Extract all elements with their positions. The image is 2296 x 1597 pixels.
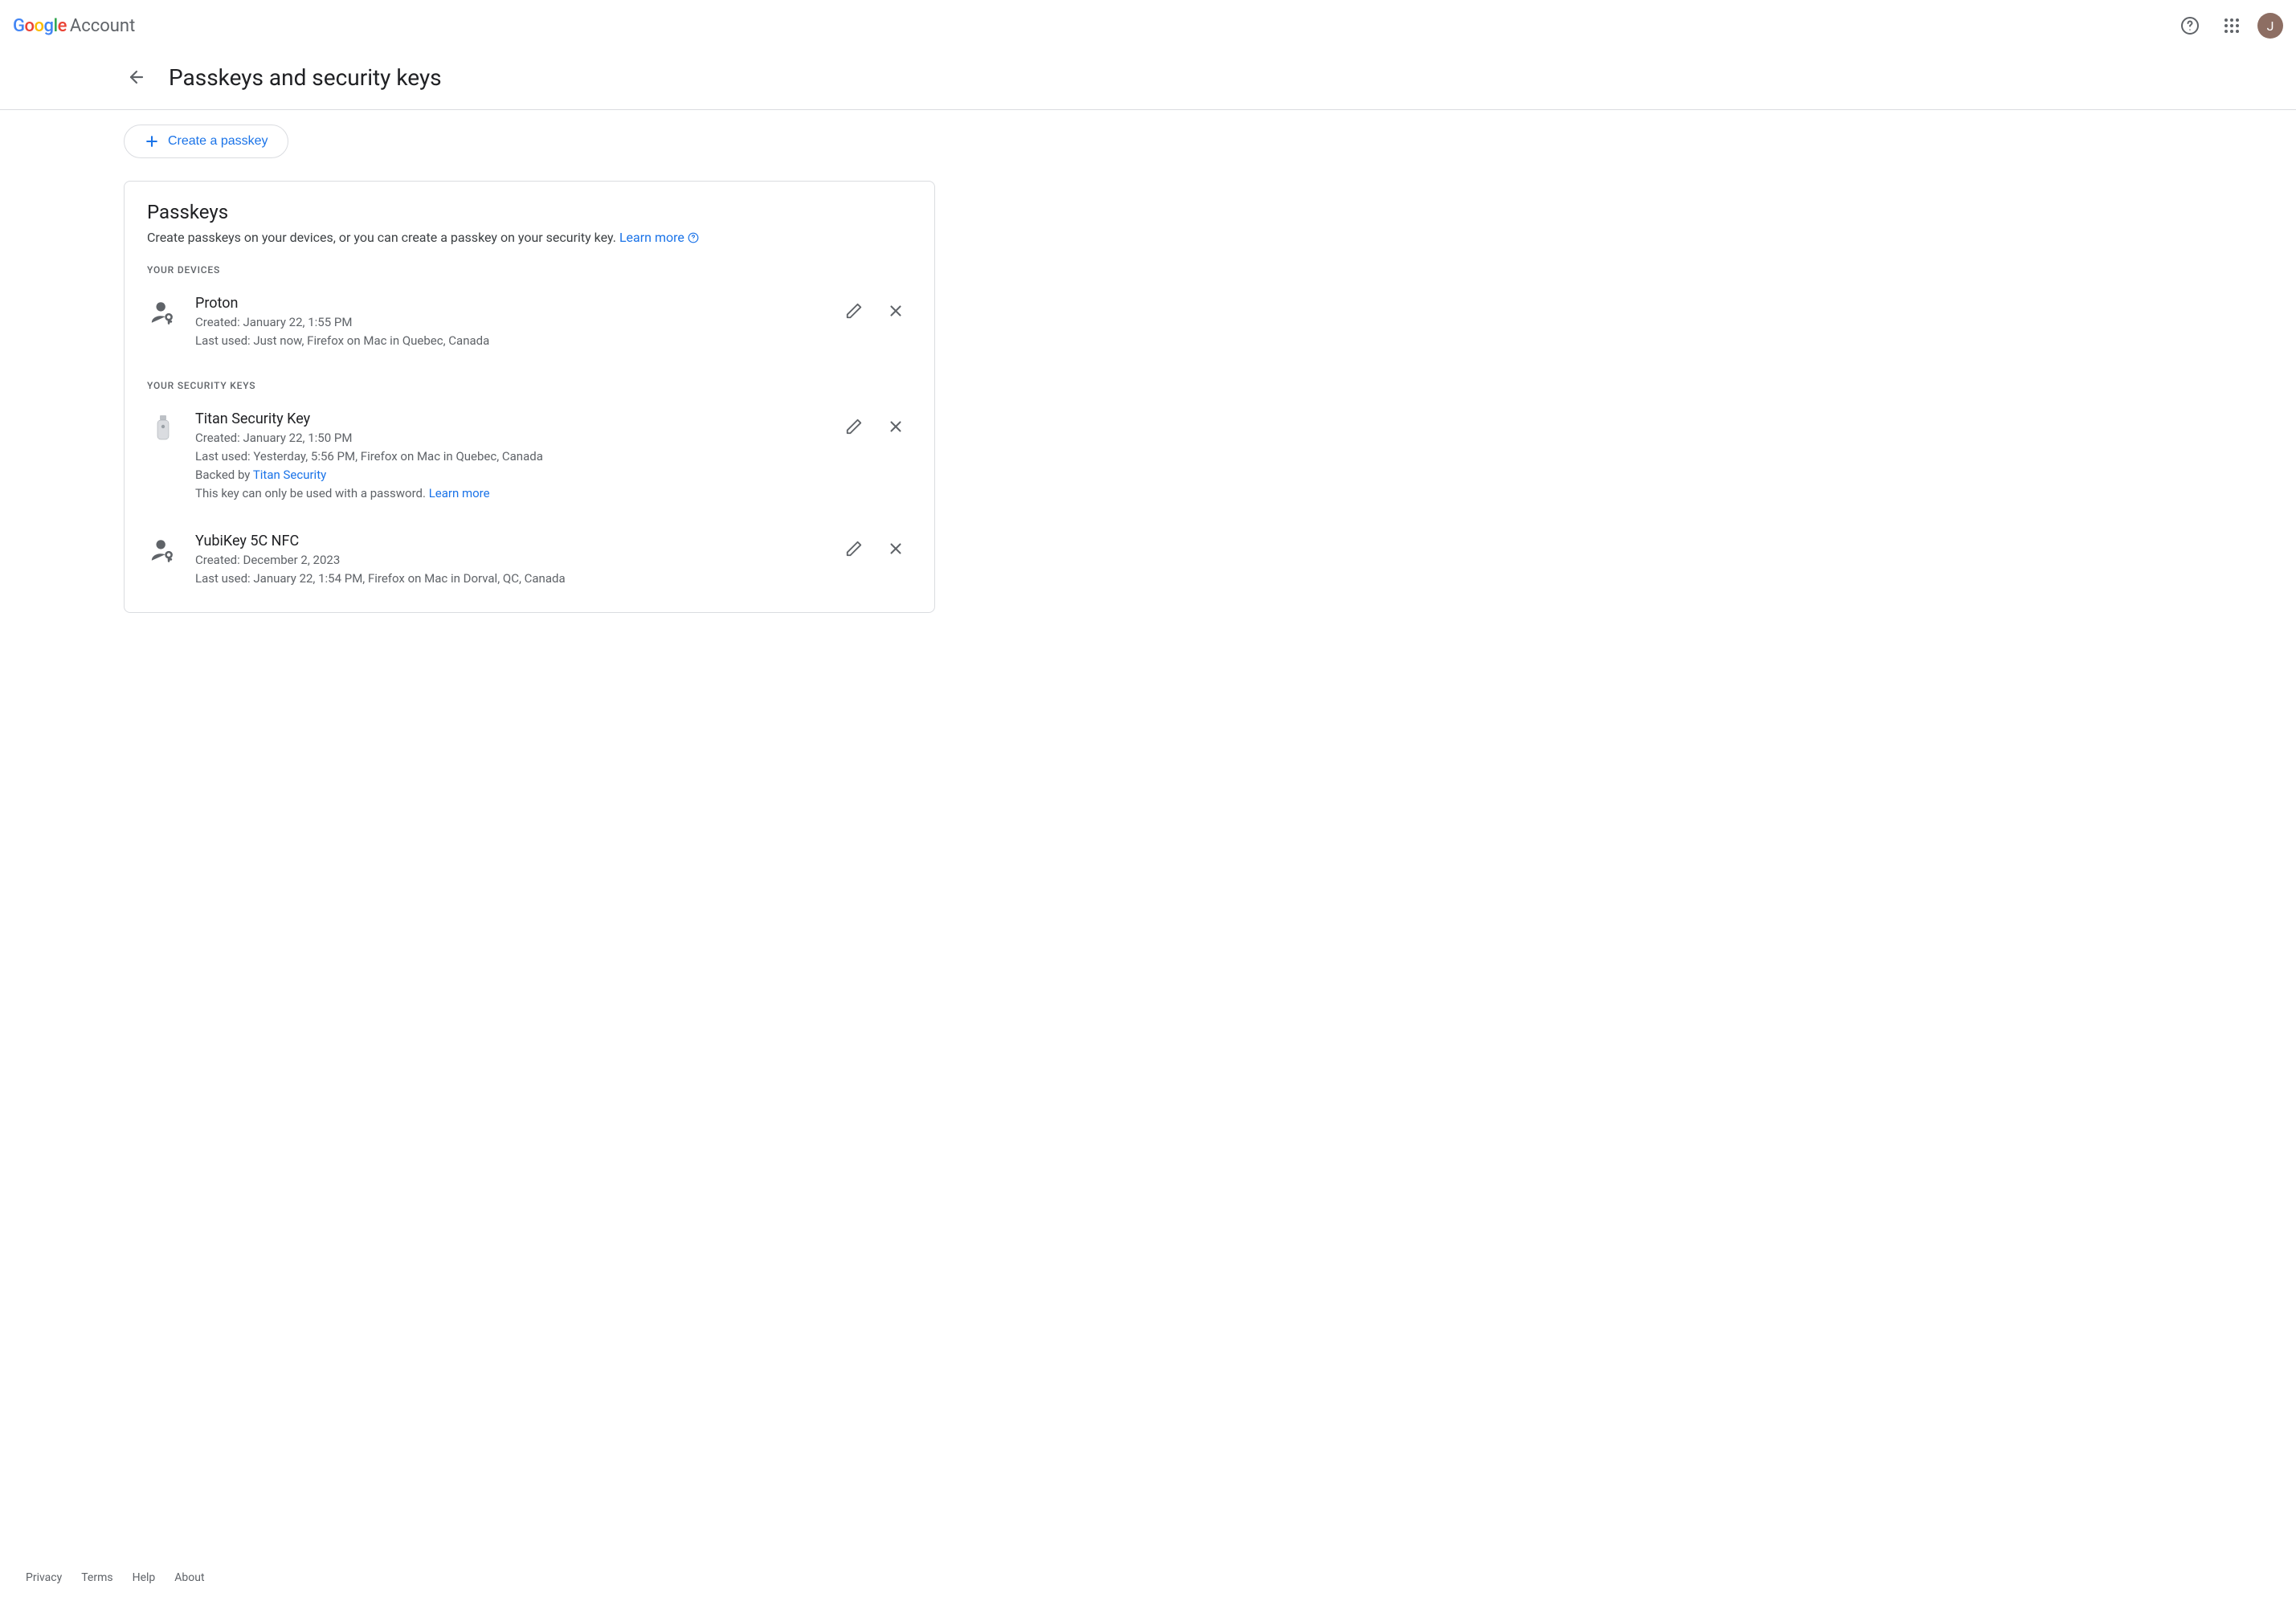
titan-security-link[interactable]: Titan Security (253, 468, 326, 482)
pencil-icon (845, 418, 863, 435)
section-your-security-keys: YOUR SECURITY KEYS (147, 380, 912, 391)
security-key-backed-by: Backed by Titan Security (195, 466, 822, 484)
passkey-row: Proton Created: January 22, 1:55 PM Last… (147, 287, 912, 372)
pencil-icon (845, 540, 863, 558)
security-key-created: Created: January 22, 1:50 PM (195, 429, 822, 447)
top-bar-actions: J (2174, 10, 2283, 42)
delete-button[interactable] (880, 410, 912, 443)
edit-button[interactable] (838, 295, 870, 327)
avatar[interactable]: J (2257, 13, 2283, 39)
learn-more-link[interactable]: Learn more (619, 230, 699, 245)
security-key-row: YubiKey 5C NFC Created: December 2, 2023… (147, 525, 912, 597)
security-key-info: YubiKey 5C NFC Created: December 2, 2023… (195, 533, 822, 589)
learn-more-password-link[interactable]: Learn more (429, 486, 490, 500)
security-key-note: This key can only be used with a passwor… (195, 484, 822, 503)
footer-terms-link[interactable]: Terms (81, 1571, 112, 1584)
passkey-last-used: Last used: Just now, Firefox on Mac in Q… (195, 332, 822, 350)
passkey-created: Created: January 22, 1:55 PM (195, 313, 822, 332)
delete-button[interactable] (880, 533, 912, 565)
card-description: Create passkeys on your devices, or you … (147, 230, 912, 245)
security-key-last-used: Last used: Yesterday, 5:56 PM, Firefox o… (195, 447, 822, 466)
delete-button[interactable] (880, 295, 912, 327)
google-logo: Google (13, 16, 67, 36)
account-text: Account (70, 16, 135, 36)
apps-grid-icon[interactable] (2216, 10, 2248, 42)
person-key-icon (147, 296, 179, 329)
security-key-actions (838, 533, 912, 565)
person-key-icon (147, 534, 179, 566)
close-icon (887, 418, 905, 435)
create-passkey-label: Create a passkey (168, 134, 268, 149)
pencil-icon (845, 302, 863, 320)
security-key-last-used: Last used: January 22, 1:54 PM, Firefox … (195, 570, 822, 588)
close-icon (887, 540, 905, 558)
help-icon[interactable] (2174, 10, 2206, 42)
help-circle-icon (688, 232, 699, 243)
card-title: Passkeys (147, 201, 912, 223)
security-key-name: YubiKey 5C NFC (195, 533, 822, 549)
logo-block: Google Account (13, 16, 135, 36)
security-key-row: Titan Security Key Created: January 22, … (147, 402, 912, 525)
back-arrow-icon[interactable] (121, 61, 153, 93)
passkey-name: Proton (195, 295, 822, 312)
footer: Privacy Terms Help About (0, 1558, 231, 1597)
passkey-actions (838, 295, 912, 327)
top-bar: Google Account J (0, 0, 2296, 51)
titan-key-icon (147, 412, 179, 444)
security-key-actions (838, 410, 912, 443)
edit-button[interactable] (838, 533, 870, 565)
page-header: Passkeys and security keys (0, 51, 2296, 110)
section-your-devices: YOUR DEVICES (147, 264, 912, 276)
page-title: Passkeys and security keys (169, 64, 442, 91)
edit-button[interactable] (838, 410, 870, 443)
close-icon (887, 302, 905, 320)
passkeys-card: Passkeys Create passkeys on your devices… (124, 181, 935, 613)
footer-about-link[interactable]: About (174, 1571, 204, 1584)
security-key-info: Titan Security Key Created: January 22, … (195, 410, 822, 504)
security-key-name: Titan Security Key (195, 410, 822, 427)
passkey-info: Proton Created: January 22, 1:55 PM Last… (195, 295, 822, 351)
footer-help-link[interactable]: Help (133, 1571, 156, 1584)
create-passkey-button[interactable]: Create a passkey (124, 125, 288, 158)
content-area: Create a passkey Passkeys Create passkey… (124, 110, 935, 613)
plus-icon (144, 133, 160, 149)
footer-privacy-link[interactable]: Privacy (26, 1571, 62, 1584)
security-key-created: Created: December 2, 2023 (195, 551, 822, 570)
